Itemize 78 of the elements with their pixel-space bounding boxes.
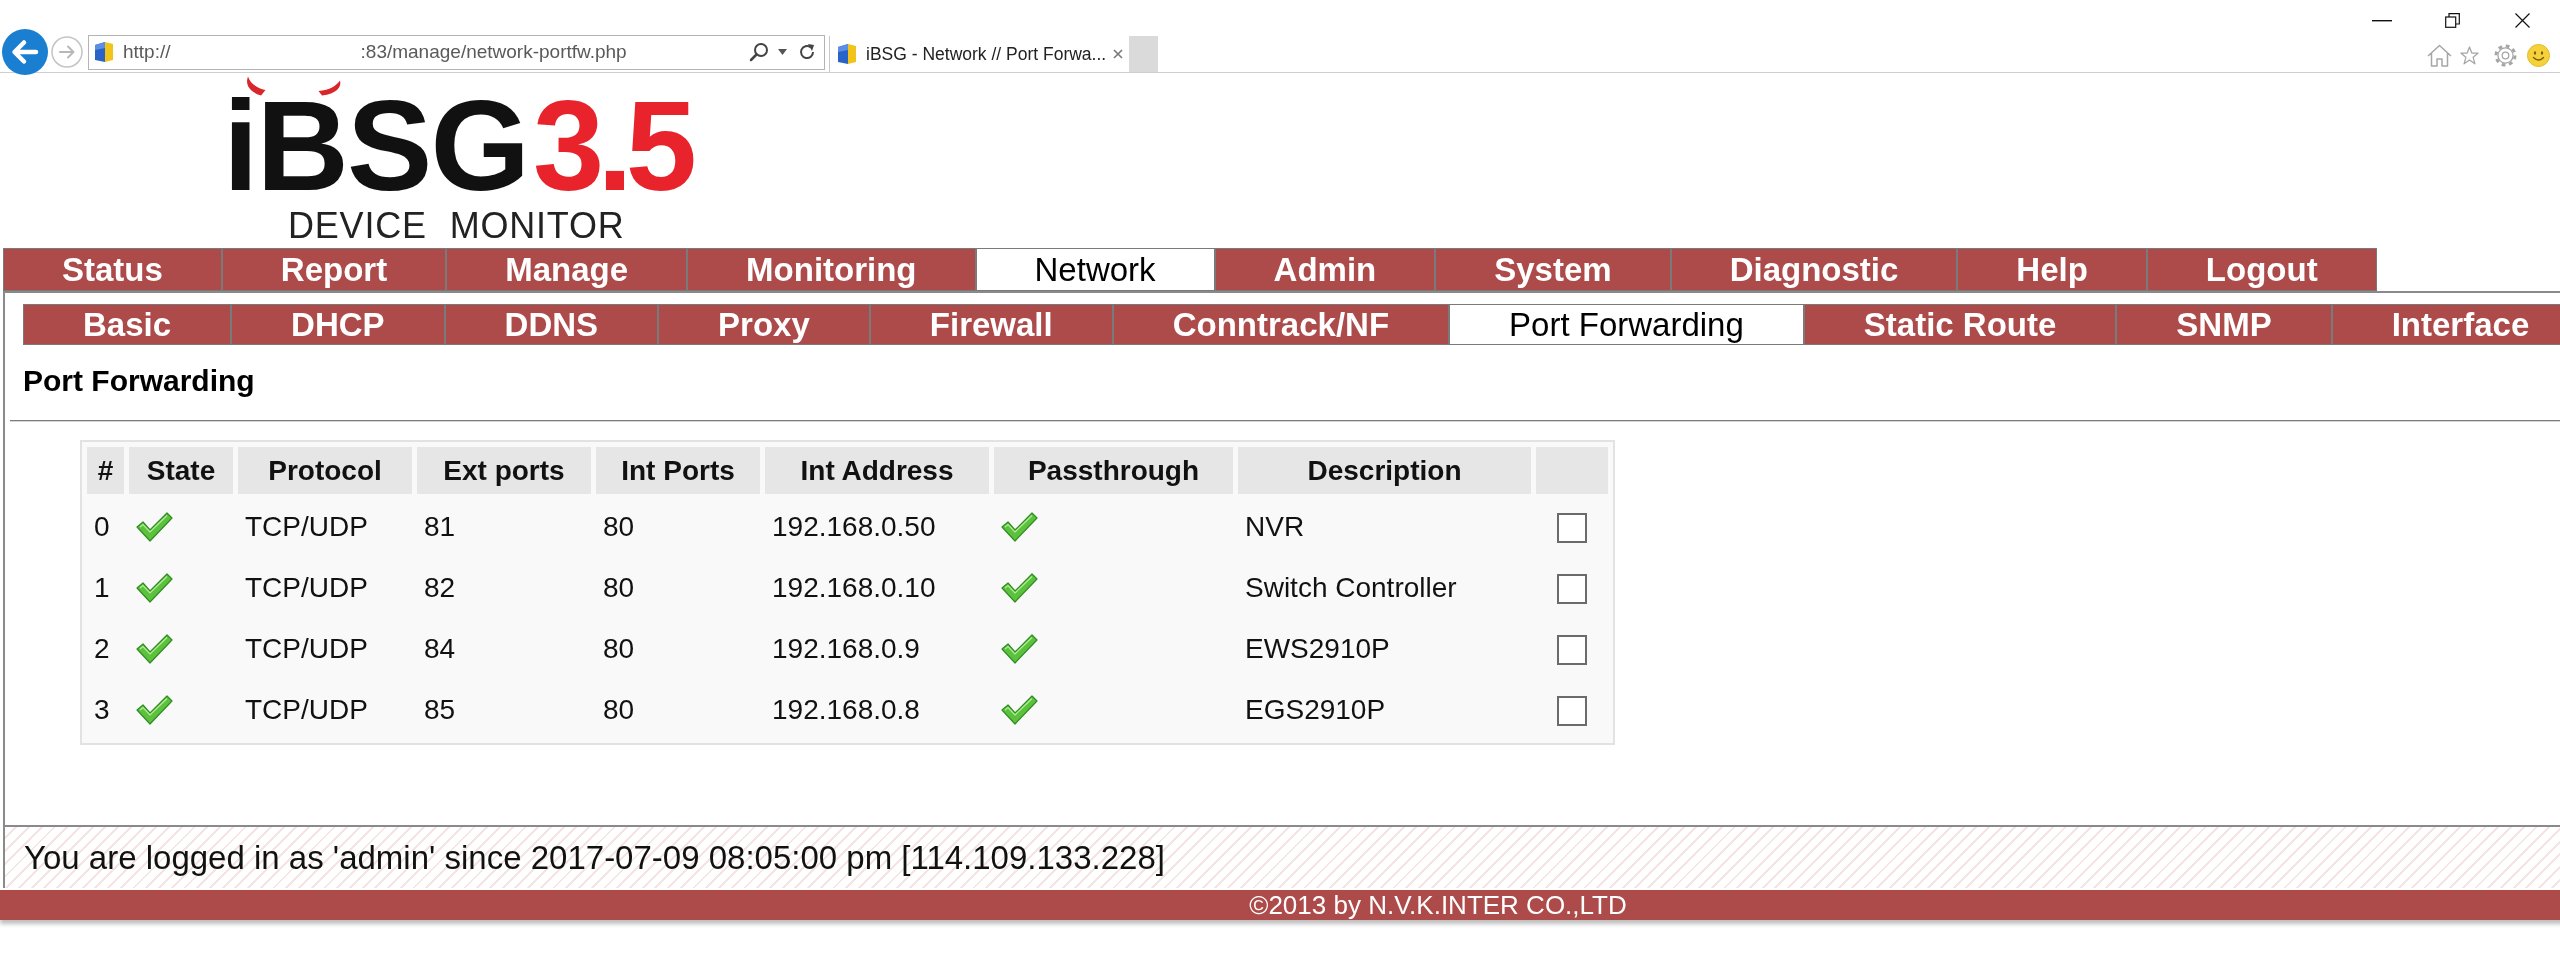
sub-nav-tab[interactable]: Static Route: [1803, 304, 2117, 345]
table-cell-text: Switch Controller: [1244, 571, 1458, 605]
row-checkbox[interactable]: [1557, 513, 1587, 544]
table-cell-text: TCP/UDP: [244, 632, 369, 666]
column-header: Description: [1238, 447, 1531, 494]
row-checkbox[interactable]: [1557, 635, 1587, 666]
table-cell-text: 82: [423, 571, 457, 605]
column-header: #: [87, 447, 124, 494]
restore-icon[interactable]: [2445, 13, 2460, 28]
url-text: :83/manage/network-portfw.php: [360, 41, 627, 63]
table-cell-text: TCP/UDP: [244, 693, 369, 727]
table-cell-text: EGS2910P: [1244, 693, 1387, 727]
table-cell-text: 1: [93, 571, 111, 605]
smiley-icon[interactable]: [2527, 44, 2550, 67]
table-cell-text: TCP/UDP: [244, 571, 369, 605]
sub-nav-tab[interactable]: Basic: [23, 304, 232, 345]
table-cell-text: 0: [93, 510, 111, 544]
nav-tab[interactable]: Network: [975, 248, 1215, 291]
nav-tab[interactable]: Report: [221, 248, 447, 291]
sub-nav-tab[interactable]: Firewall: [869, 304, 1113, 345]
minimize-icon[interactable]: [2372, 19, 2392, 22]
search-icon[interactable]: [749, 42, 769, 62]
refresh-icon[interactable]: [798, 43, 816, 61]
nav-tab[interactable]: Admin: [1214, 248, 1436, 291]
url-text: http://: [123, 41, 171, 63]
nav-tab[interactable]: Manage: [446, 248, 688, 291]
horn-icon: [245, 76, 266, 96]
table-cell-text: 81: [423, 510, 457, 544]
column-header: Int Address: [765, 447, 989, 494]
nav-tab[interactable]: Logout: [2146, 248, 2377, 291]
table-cell-text: 192.168.0.50: [771, 510, 937, 544]
table-cell-text: TCP/UDP: [244, 510, 369, 544]
table-cell-text: 3: [93, 693, 111, 727]
column-header: Ext ports: [417, 447, 591, 494]
copyright-text: ©2013 by N.V.K.INTER CO.,LTD: [1249, 890, 1627, 920]
logo-subtitle: DEVICE MONITOR: [288, 208, 625, 244]
row-checkbox[interactable]: [1557, 574, 1587, 605]
page-title: Port Forwarding: [23, 363, 255, 399]
sub-nav-tab[interactable]: SNMP: [2116, 304, 2332, 345]
nav-tab[interactable]: Monitoring: [687, 248, 976, 291]
column-header: Passthrough: [994, 447, 1233, 494]
horn-icon: [318, 80, 342, 96]
sub-nav-tab[interactable]: Port Forwarding: [1449, 304, 1804, 345]
table-cell-text: 2: [93, 632, 111, 666]
back-icon[interactable]: [2, 29, 48, 75]
sub-nav-tab[interactable]: Proxy: [658, 304, 870, 345]
table-cell-text: 192.168.0.10: [771, 571, 937, 605]
logo-version: 3.5: [532, 97, 690, 195]
table-cell-text: NVR: [1244, 510, 1306, 544]
column-header: Protocol: [238, 447, 412, 494]
nav-tab[interactable]: Status: [3, 248, 222, 291]
row-checkbox[interactable]: [1557, 696, 1587, 727]
table-cell-text: 80: [602, 693, 636, 727]
sub-nav-tab[interactable]: Conntrack/NF: [1112, 304, 1450, 345]
table-cell-text: 192.168.0.9: [771, 632, 921, 666]
nav-tab[interactable]: Help: [1957, 248, 2147, 291]
table-cell-text: 84: [423, 632, 457, 666]
favicon-icon: [836, 42, 858, 66]
table-cell-text: 80: [602, 632, 636, 666]
login-status-text: You are logged in as 'admin' since 2017-07-09 08:05:00 pm [114.109.133.228]: [23, 838, 1165, 878]
table-cell-text: 192.168.0.8: [771, 693, 921, 727]
logo-text: iBSG: [223, 97, 528, 195]
table-cell-text: 80: [602, 510, 636, 544]
table-cell-text: EWS2910P: [1244, 632, 1391, 666]
sub-nav-tab[interactable]: DHCP: [231, 304, 445, 345]
sub-nav-tab[interactable]: Interface: [2331, 304, 2560, 345]
star-icon[interactable]: [2460, 46, 2479, 65]
table-cell-text: 85: [423, 693, 457, 727]
column-header: Int Ports: [596, 447, 760, 494]
column-header: State: [129, 447, 233, 494]
close-icon[interactable]: [2515, 13, 2530, 28]
nav-tab[interactable]: System: [1435, 248, 1671, 291]
address-bar[interactable]: http:// :83/manage/network-portfw.php: [88, 34, 825, 70]
table-cell-text: 80: [602, 571, 636, 605]
favicon-icon: [93, 40, 115, 64]
nav-tab[interactable]: Diagnostic: [1670, 248, 1958, 291]
sub-nav-tab[interactable]: DDNS: [444, 304, 659, 345]
caret-icon[interactable]: [778, 49, 787, 55]
